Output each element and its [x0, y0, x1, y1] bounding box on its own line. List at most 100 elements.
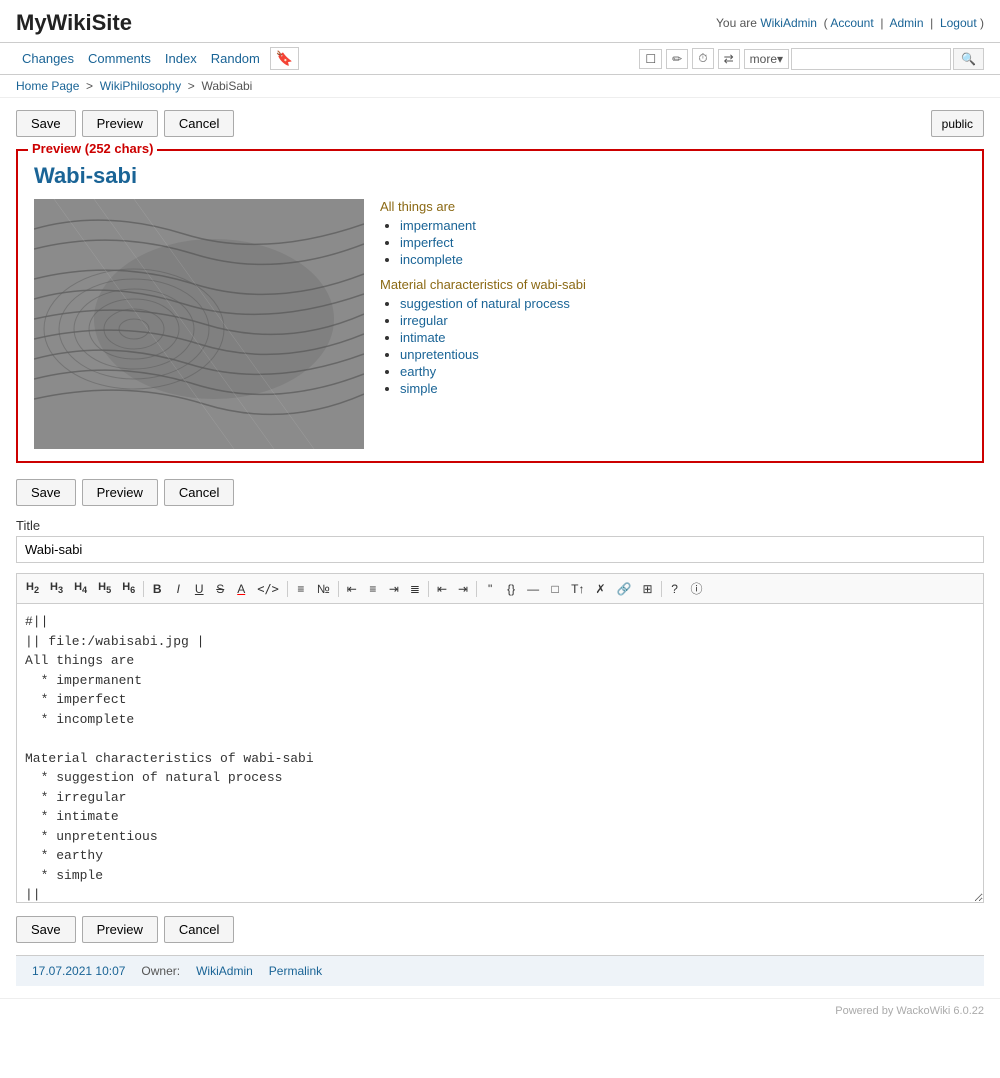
powered-by: Powered by WackoWiki 6.0.22: [0, 998, 1000, 1023]
list-item: suggestion of natural process: [400, 296, 966, 311]
search-button[interactable]: 🔍: [953, 48, 984, 70]
ul-button[interactable]: ≡: [291, 579, 311, 599]
bottom-action-bar: Save Preview Cancel: [16, 916, 984, 943]
tb-sep-5: [476, 581, 477, 597]
list-item: imperfect: [400, 235, 966, 250]
tb-sep-6: [661, 581, 662, 597]
ol-button[interactable]: №: [312, 579, 335, 599]
user-text: You are: [716, 16, 757, 30]
h6-button[interactable]: H6: [117, 578, 140, 598]
align-left-button[interactable]: ⇤: [342, 579, 362, 599]
preview-section1-list: impermanent imperfect incomplete: [380, 218, 966, 267]
h3-button[interactable]: H3: [45, 578, 68, 598]
cancel-button-mid[interactable]: Cancel: [164, 479, 234, 506]
tb-sep-4: [428, 581, 429, 597]
page-icon-btn[interactable]: ☐: [639, 49, 662, 69]
mid-action-bar: Save Preview Cancel: [16, 479, 984, 506]
username-link[interactable]: WikiAdmin: [760, 16, 817, 30]
breadcrumb-wikiphilosophy[interactable]: WikiPhilosophy: [100, 79, 181, 93]
italic-button[interactable]: I: [168, 579, 188, 599]
preview-image: [34, 199, 364, 449]
list-item: irregular: [400, 313, 966, 328]
nav-random[interactable]: Random: [205, 49, 266, 68]
account-link[interactable]: Account: [830, 16, 873, 30]
strike-button[interactable]: S: [210, 579, 230, 599]
h5-button[interactable]: H5: [93, 578, 116, 598]
align-right-button[interactable]: ⇥: [384, 579, 404, 599]
bookmark-icon-btn[interactable]: 🔖: [270, 47, 299, 70]
nav-changes[interactable]: Changes: [16, 49, 80, 68]
cancel-button-top[interactable]: Cancel: [164, 110, 234, 137]
quote-button[interactable]: ": [480, 579, 500, 599]
color-button[interactable]: A: [231, 579, 251, 599]
h4-button[interactable]: H4: [69, 578, 92, 598]
admin-link[interactable]: Admin: [889, 16, 923, 30]
clear-button[interactable]: ✗: [590, 579, 610, 599]
preview-button-bottom[interactable]: Preview: [82, 916, 158, 943]
save-button-bottom[interactable]: Save: [16, 916, 76, 943]
underline-button[interactable]: U: [189, 579, 209, 599]
tb-sep-3: [338, 581, 339, 597]
list-item: earthy: [400, 364, 966, 379]
link-button[interactable]: 🔗: [612, 579, 637, 599]
help-button[interactable]: ?: [665, 579, 685, 599]
footer-owner-label: Owner:: [141, 964, 180, 978]
title-section: Title: [16, 518, 984, 563]
permalink-link[interactable]: Permalink: [269, 964, 322, 978]
user-info: You are WikiAdmin ( Account | Admin | Lo…: [716, 16, 984, 30]
list-item: intimate: [400, 330, 966, 345]
indent-right-button[interactable]: ⇥: [453, 579, 473, 599]
edit-icon-btn[interactable]: ✏: [666, 49, 688, 69]
dash-button[interactable]: —: [522, 579, 544, 599]
breadcrumb-current: WabiSabi: [201, 79, 252, 93]
more-btn[interactable]: more▾: [744, 49, 789, 69]
preview-button-mid[interactable]: Preview: [82, 479, 158, 506]
bold-button[interactable]: B: [147, 579, 167, 599]
preview-box: Preview (252 chars) Wabi-sabi: [16, 149, 984, 463]
list-item: impermanent: [400, 218, 966, 233]
preview-button-top[interactable]: Preview: [82, 110, 158, 137]
save-button-mid[interactable]: Save: [16, 479, 76, 506]
diff-icon-btn[interactable]: ⇄: [718, 49, 740, 69]
indent-left-button[interactable]: ⇤: [432, 579, 452, 599]
cancel-button-bottom[interactable]: Cancel: [164, 916, 234, 943]
table-button[interactable]: ⊞: [637, 579, 657, 599]
list-item: incomplete: [400, 252, 966, 267]
code-inline-button[interactable]: </>: [252, 579, 284, 599]
h2-button[interactable]: H2: [21, 578, 44, 598]
preview-label: Preview (252 chars): [28, 141, 157, 156]
nav-index[interactable]: Index: [159, 49, 203, 68]
public-button-top[interactable]: public: [931, 110, 984, 137]
list-item: unpretentious: [400, 347, 966, 362]
typo-button[interactable]: T↑: [566, 579, 589, 599]
navbar: Changes Comments Index Random 🔖 ☐ ✏ ⏱ ⇄ …: [0, 43, 1000, 75]
preview-section2-title: Material characteristics of wabi-sabi: [380, 277, 966, 292]
footer-info: 17.07.2021 10:07 Owner: WikiAdmin Permal…: [16, 955, 984, 986]
tb-sep-2: [287, 581, 288, 597]
tb-sep-1: [143, 581, 144, 597]
header: MyWikiSite You are WikiAdmin ( Account |…: [0, 0, 1000, 43]
top-action-bar: Save Preview Cancel public: [16, 110, 984, 137]
preview-section1-title: All things are: [380, 199, 966, 214]
nav-comments[interactable]: Comments: [82, 49, 157, 68]
title-label: Title: [16, 518, 984, 533]
footer-owner-link[interactable]: WikiAdmin: [196, 964, 253, 978]
preview-text: All things are impermanent imperfect inc…: [380, 199, 966, 449]
search-input[interactable]: [791, 48, 951, 70]
title-input[interactable]: [16, 536, 984, 563]
info-button[interactable]: ⓘ: [686, 577, 708, 600]
breadcrumb-home[interactable]: Home Page: [16, 79, 79, 93]
save-button-top[interactable]: Save: [16, 110, 76, 137]
history-icon-btn[interactable]: ⏱: [692, 48, 713, 69]
site-title: MyWikiSite: [16, 10, 132, 36]
logout-link[interactable]: Logout: [940, 16, 977, 30]
preview-title: Wabi-sabi: [34, 163, 966, 189]
align-justify-button[interactable]: ≣: [405, 579, 425, 599]
breadcrumb: Home Page > WikiPhilosophy > WabiSabi: [0, 75, 1000, 98]
align-center-button[interactable]: ≡: [363, 579, 383, 599]
editor-toolbar: H2 H3 H4 H5 H6 B I U S A </> ≡ № ⇤ ≡ ⇥ ≣…: [16, 573, 984, 603]
curly-button[interactable]: {}: [501, 579, 521, 599]
list-item: simple: [400, 381, 966, 396]
editor-textarea[interactable]: #|| || file:/wabisabi.jpg | All things a…: [16, 603, 984, 903]
box-button[interactable]: □: [545, 579, 565, 599]
